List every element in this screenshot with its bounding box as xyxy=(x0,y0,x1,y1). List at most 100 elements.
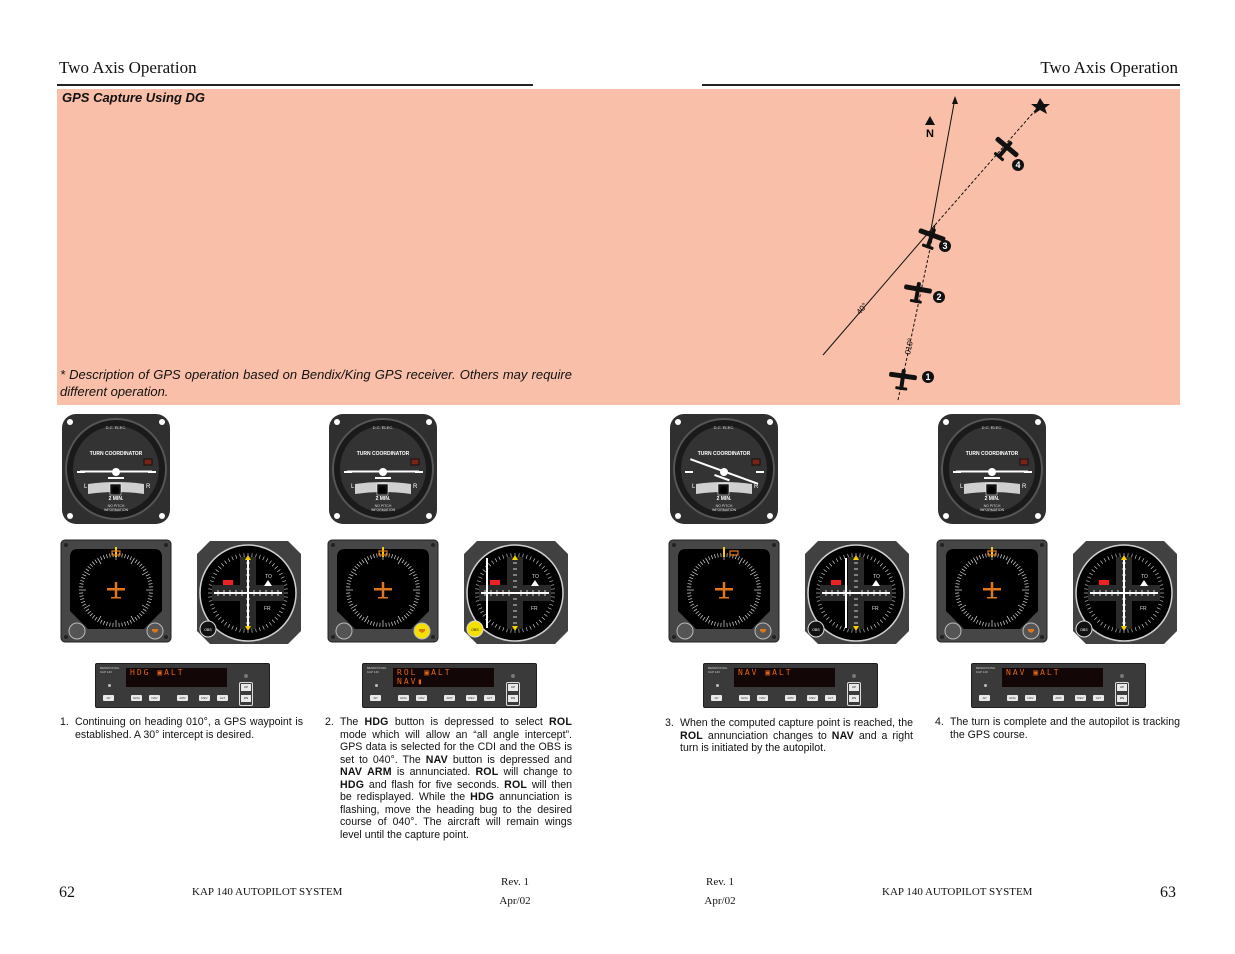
left-page-number: 62 xyxy=(59,884,75,901)
ap-button-rev[interactable]: REV xyxy=(466,695,477,701)
ap-button-ap[interactable]: AP xyxy=(103,695,114,701)
ap-up-button[interactable]: UP xyxy=(508,684,518,691)
ap-button-rev[interactable]: REV xyxy=(807,695,818,701)
svg-text:TO: TO xyxy=(532,574,539,580)
ap-dn-button[interactable]: DN xyxy=(849,695,859,702)
svg-text:TURN COORDINATOR: TURN COORDINATOR xyxy=(966,451,1019,457)
svg-text:TURN COORDINATOR: TURN COORDINATOR xyxy=(357,451,410,457)
ap-display: HDG ▣ALT xyxy=(126,668,227,687)
ap-button-alt[interactable]: ALT xyxy=(484,695,495,701)
ap-up-button[interactable]: UP xyxy=(849,684,859,691)
heading-label: 010° xyxy=(903,337,915,355)
ap-button-ap[interactable]: AP xyxy=(711,695,722,701)
directional-gyro xyxy=(60,539,172,643)
ap-up-dn-rocker[interactable]: UP DN xyxy=(1115,682,1129,706)
ap-button-nav[interactable]: NAV xyxy=(1025,695,1036,701)
svg-text:R: R xyxy=(146,484,151,490)
heading-set-knob[interactable] xyxy=(68,622,86,640)
svg-text:2 MIN.: 2 MIN. xyxy=(109,496,124,502)
step-1-text: 1. Continuing on heading 010°, a GPS wayp… xyxy=(60,716,303,741)
step-4-text: 4. The turn is complete and the autopilot… xyxy=(935,716,1180,741)
directional-gyro xyxy=(668,539,780,643)
ap-button-apr[interactable]: APR xyxy=(444,695,455,701)
photocell xyxy=(984,684,987,687)
svg-text:FR: FR xyxy=(264,606,271,612)
ap-button-rev[interactable]: REV xyxy=(199,695,210,701)
svg-text:TURN COORDINATOR: TURN COORDINATOR xyxy=(698,451,751,457)
aircraft-position-1-icon xyxy=(887,367,918,392)
kap140-autopilot-panel: BENDIX/KING KAP 140 ROL ▣ALT NAV▮ AP HDG NA… xyxy=(362,663,537,708)
ap-button-alt[interactable]: ALT xyxy=(1093,695,1104,701)
svg-text:FR: FR xyxy=(531,606,538,612)
svg-text:3: 3 xyxy=(942,241,947,251)
svg-text:1: 1 xyxy=(925,372,930,382)
ap-button-nav[interactable]: NAV xyxy=(149,695,160,701)
ap-button-nav[interactable]: NAV xyxy=(757,695,768,701)
svg-text:TO: TO xyxy=(1141,574,1148,580)
svg-text:D.C. ELEC.: D.C. ELEC. xyxy=(714,425,735,430)
ap-brand: BENDIX/KING KAP 140 xyxy=(367,666,387,674)
heading-set-knob[interactable] xyxy=(676,622,694,640)
svg-text:2 MIN.: 2 MIN. xyxy=(376,496,391,502)
ap-button-apr[interactable]: APR xyxy=(785,695,796,701)
turn-coordinator: D.C. ELEC. TURN COORDINATOR L R 2 MIN. N… xyxy=(670,414,778,524)
svg-text:TO: TO xyxy=(873,574,880,580)
right-page-title: Two Axis Operation xyxy=(1040,58,1178,77)
heading-set-knob[interactable] xyxy=(944,622,962,640)
ap-up-dn-rocker[interactable]: UP DN xyxy=(506,682,520,706)
photocell xyxy=(108,684,111,687)
heading-set-knob[interactable] xyxy=(335,622,353,640)
left-footer-title: KAP 140 AUTOPILOT SYSTEM xyxy=(192,886,343,898)
svg-text:INFORMATION: INFORMATION xyxy=(980,508,1005,512)
ap-button-apr[interactable]: APR xyxy=(177,695,188,701)
ap-brand: BENDIX/KING KAP 140 xyxy=(100,666,120,674)
right-page-number: 63 xyxy=(1160,884,1176,901)
nav-flag xyxy=(1099,580,1109,585)
ap-button-hdg[interactable]: HDG xyxy=(1007,695,1018,701)
ap-dn-button[interactable]: DN xyxy=(241,695,251,702)
ap-button-rev[interactable]: REV xyxy=(1075,695,1086,701)
svg-text:OBS: OBS xyxy=(204,628,212,632)
directional-gyro xyxy=(936,539,1048,643)
ap-button-hdg[interactable]: HDG xyxy=(398,695,409,701)
ap-display: ROL ▣ALT NAV▮ xyxy=(393,668,494,687)
turn-coordinator: D.C. ELEC. TURN COORDINATOR L R 2 MIN. N… xyxy=(938,414,1046,524)
ap-button-nav[interactable]: NAV xyxy=(416,695,427,701)
photocell xyxy=(375,684,378,687)
ap-button-ap[interactable]: AP xyxy=(370,695,381,701)
svg-text:OBS: OBS xyxy=(812,628,820,632)
step-2-text: 2. The HDG button is depressed to select … xyxy=(325,716,573,841)
ap-button-hdg[interactable]: HDG xyxy=(739,695,750,701)
ap-button-apr[interactable]: APR xyxy=(1053,695,1064,701)
ap-button-alt[interactable]: ALT xyxy=(217,695,228,701)
ap-button-ap[interactable]: AP xyxy=(979,695,990,701)
directional-gyro xyxy=(327,539,439,643)
left-page-title: Two Axis Operation xyxy=(59,58,197,77)
north-label: N xyxy=(926,128,934,140)
svg-text:TO: TO xyxy=(265,574,272,580)
ap-brand: BENDIX/KING KAP 140 xyxy=(708,666,728,674)
cdi-indicator: TO FR OBS xyxy=(1073,541,1177,644)
ap-up-button[interactable]: UP xyxy=(1117,684,1127,691)
kap140-autopilot-panel: BENDIX/KING KAP 140 NAV ▣ALT AP HDG NAV APR R… xyxy=(971,663,1146,708)
svg-text:R: R xyxy=(1022,484,1027,490)
north-arrow-icon xyxy=(925,116,935,125)
ap-dn-button[interactable]: DN xyxy=(1117,695,1127,702)
ap-button-alt[interactable]: ALT xyxy=(825,695,836,701)
turn-coordinator: D.C. ELEC. TURN COORDINATOR L R 2 MIN. N… xyxy=(62,414,170,524)
ap-dn-button[interactable]: DN xyxy=(508,695,518,702)
svg-text:R: R xyxy=(754,484,759,490)
ap-display: NAV ▣ALT xyxy=(734,668,835,687)
cdi-indicator: TO FR OBS xyxy=(805,541,909,644)
ap-up-dn-rocker[interactable]: UP DN xyxy=(847,682,861,706)
photocell xyxy=(716,684,719,687)
ap-up-dn-rocker[interactable]: UP DN xyxy=(239,682,253,706)
aircraft-position-2-icon xyxy=(901,279,934,306)
ap-up-button[interactable]: UP xyxy=(241,684,251,691)
left-revision: Rev. 1 Apr/02 xyxy=(499,876,531,907)
svg-text:D.C. ELEC.: D.C. ELEC. xyxy=(373,425,394,430)
nav-flag xyxy=(490,580,500,585)
ap-button-hdg[interactable]: HDG xyxy=(131,695,142,701)
svg-text:OBS: OBS xyxy=(471,628,479,632)
svg-text:D.C. ELEC.: D.C. ELEC. xyxy=(106,425,127,430)
